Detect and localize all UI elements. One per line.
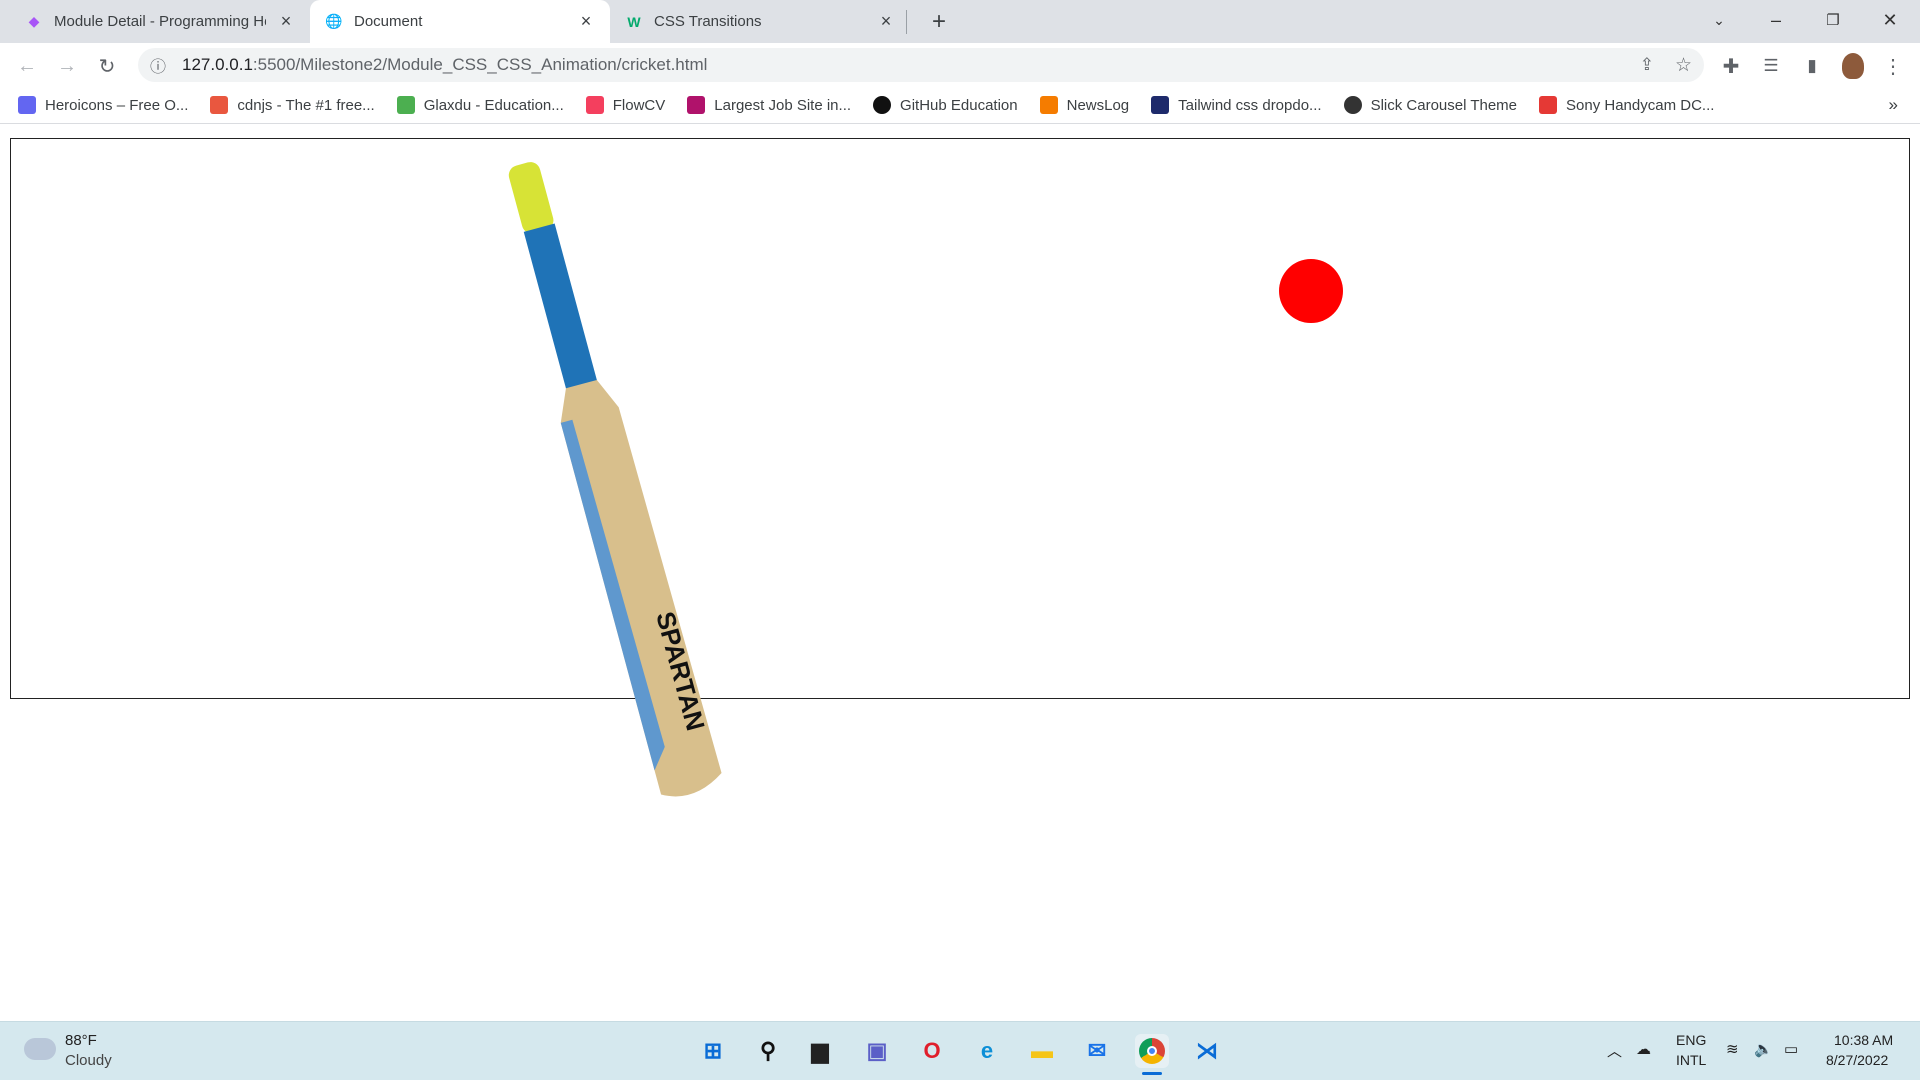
cricket-bat: SPARTAN [508, 162, 722, 797]
battery-icon[interactable]: ▭ [1784, 1040, 1798, 1058]
close-tab-icon[interactable]: × [576, 11, 596, 32]
bookmark-label: GitHub Education [900, 96, 1018, 114]
bookmark-icon [1539, 96, 1558, 114]
vscode-icon[interactable]: ⋊ [1190, 1034, 1224, 1068]
blogger-icon [1039, 96, 1058, 114]
onedrive-icon[interactable]: ☁ [1636, 1040, 1651, 1058]
star-icon[interactable]: ☆ [1675, 54, 1692, 77]
tab-module-detail[interactable]: ◆ Module Detail - Programming He × [10, 0, 310, 43]
bookmark-sony[interactable]: Sony Handycam DC... [1539, 96, 1714, 114]
restore-button[interactable]: ❐ [1805, 0, 1861, 40]
tab-title: Document [354, 13, 423, 30]
toolbar: ← → ↻ ⓘ 127.0.0.1:5500/Milestone2/Module… [0, 43, 1920, 87]
bookmark-label: cdnjs - The #1 free... [237, 96, 375, 114]
chrome-icon[interactable] [1135, 1034, 1169, 1068]
active-indicator [1142, 1072, 1162, 1075]
forward-button[interactable]: → [52, 51, 82, 81]
cricket-ball [1279, 259, 1343, 323]
tab-title: CSS Transitions [654, 13, 762, 30]
bat-grip-top [508, 162, 554, 234]
cloud-icon [24, 1038, 56, 1060]
wifi-icon[interactable]: ≋ [1726, 1040, 1739, 1058]
extensions-icon[interactable]: ✚ [1716, 51, 1746, 81]
tab-document[interactable]: 🌐 Document × [310, 0, 610, 43]
bookmark-label: Slick Carousel Theme [1370, 96, 1518, 114]
teams-chat-icon[interactable]: ▣ [860, 1034, 894, 1068]
more-bookmarks-button[interactable]: » [1889, 95, 1898, 115]
language-primary[interactable]: ENG [1676, 1032, 1706, 1048]
taskbar: 88°F Cloudy ⊞ ⚲ ▆ ▣ O e ▬ ✉ ⋊ ︿ ☁ ENG IN… [0, 1021, 1920, 1080]
bat-grip [523, 223, 598, 392]
volume-icon[interactable]: 🔈 [1754, 1040, 1773, 1058]
mail-icon[interactable]: ✉ [1080, 1034, 1114, 1068]
clock-time[interactable]: 10:38 AM [1834, 1032, 1893, 1048]
close-tab-icon[interactable]: × [876, 11, 896, 32]
bat-blade [560, 379, 722, 797]
tab-css-transitions[interactable]: W CSS Transitions × [610, 0, 910, 43]
close-tab-icon[interactable]: × [276, 11, 296, 32]
back-button[interactable]: ← [12, 51, 42, 81]
edge-icon[interactable]: e [970, 1034, 1004, 1068]
bookmarks-bar: Heroicons – Free O... cdnjs - The #1 fre… [0, 87, 1920, 124]
close-window-button[interactable]: ✕ [1862, 0, 1918, 40]
bookmark-flowcv[interactable]: FlowCV [585, 96, 666, 114]
media-icon[interactable]: ☰ [1756, 51, 1786, 81]
w3schools-icon: W [627, 13, 641, 30]
bookmark-icon [1343, 96, 1362, 114]
bookmark-icon [210, 96, 229, 114]
task-view-icon[interactable]: ▆ [803, 1034, 837, 1068]
bookmark-label: Sony Handycam DC... [1566, 96, 1715, 114]
side-panel-icon[interactable]: ▮ [1797, 51, 1827, 81]
bookmark-slick[interactable]: Slick Carousel Theme [1343, 96, 1518, 114]
tab-search-icon[interactable]: ⌄ [1691, 0, 1747, 40]
bookmark-icon [18, 96, 36, 114]
new-tab-button[interactable]: + [918, 0, 960, 43]
show-hidden-icons[interactable]: ︿ [1607, 1040, 1622, 1061]
avatar[interactable] [1838, 51, 1868, 81]
address-bar[interactable]: ⓘ 127.0.0.1:5500/Milestone2/Module_CSS_C… [138, 48, 1704, 82]
menu-icon[interactable]: ⋮ [1878, 51, 1908, 81]
bookmark-label: Heroicons – Free O... [45, 96, 189, 114]
bookmark-icon [585, 96, 604, 114]
language-layout[interactable]: INTL [1676, 1052, 1706, 1068]
bookmark-newslog[interactable]: NewsLog [1039, 96, 1130, 114]
start-icon[interactable]: ⊞ [696, 1034, 730, 1068]
bookmark-heroicons[interactable]: Heroicons – Free O... [18, 96, 188, 114]
bookmark-github-education[interactable]: GitHub Education [873, 96, 1018, 114]
share-icon[interactable]: ⇪ [1640, 55, 1654, 75]
bookmark-label: Largest Job Site in... [714, 96, 852, 114]
github-icon [873, 96, 892, 114]
reload-button[interactable]: ↻ [92, 51, 122, 81]
url-host: 127.0.0.1 [182, 55, 253, 74]
bookmark-label: Glaxdu - Education... [423, 96, 564, 114]
info-icon[interactable]: ⓘ [150, 53, 166, 77]
opera-icon[interactable]: O [915, 1034, 949, 1068]
bookmark-jobsite[interactable]: Largest Job Site in... [687, 96, 851, 114]
bookmark-icon [687, 96, 706, 114]
globe-icon: 🌐 [325, 13, 343, 29]
search-icon[interactable]: ⚲ [751, 1034, 785, 1068]
clock-date[interactable]: 8/27/2022 [1826, 1052, 1888, 1068]
minimize-button[interactable]: – [1748, 0, 1804, 40]
url-path: :5500/Milestone2/Module_CSS_CSS_Animatio… [252, 55, 708, 74]
tab-divider [906, 10, 907, 34]
bookmark-label: NewsLog [1066, 96, 1130, 114]
bookmark-glaxdu[interactable]: Glaxdu - Education... [396, 96, 564, 114]
tab-strip: ◆ Module Detail - Programming He × 🌐 Doc… [0, 0, 1920, 43]
tab-title: Module Detail - Programming He [54, 13, 266, 30]
bookmark-icon [1151, 96, 1170, 114]
weather-temp[interactable]: 88°F [65, 1032, 97, 1049]
bookmark-tailwind[interactable]: Tailwind css dropdo... [1151, 96, 1322, 114]
weather-desc[interactable]: Cloudy [65, 1052, 112, 1069]
animation-stage [10, 138, 1910, 699]
programming-hero-icon: ◆ [28, 13, 40, 29]
bookmark-label: FlowCV [612, 96, 666, 114]
file-explorer-icon[interactable]: ▬ [1025, 1034, 1059, 1068]
bookmark-cdnjs[interactable]: cdnjs - The #1 free... [210, 96, 375, 114]
bookmark-icon [396, 96, 415, 114]
bookmark-label: Tailwind css dropdo... [1178, 96, 1322, 114]
